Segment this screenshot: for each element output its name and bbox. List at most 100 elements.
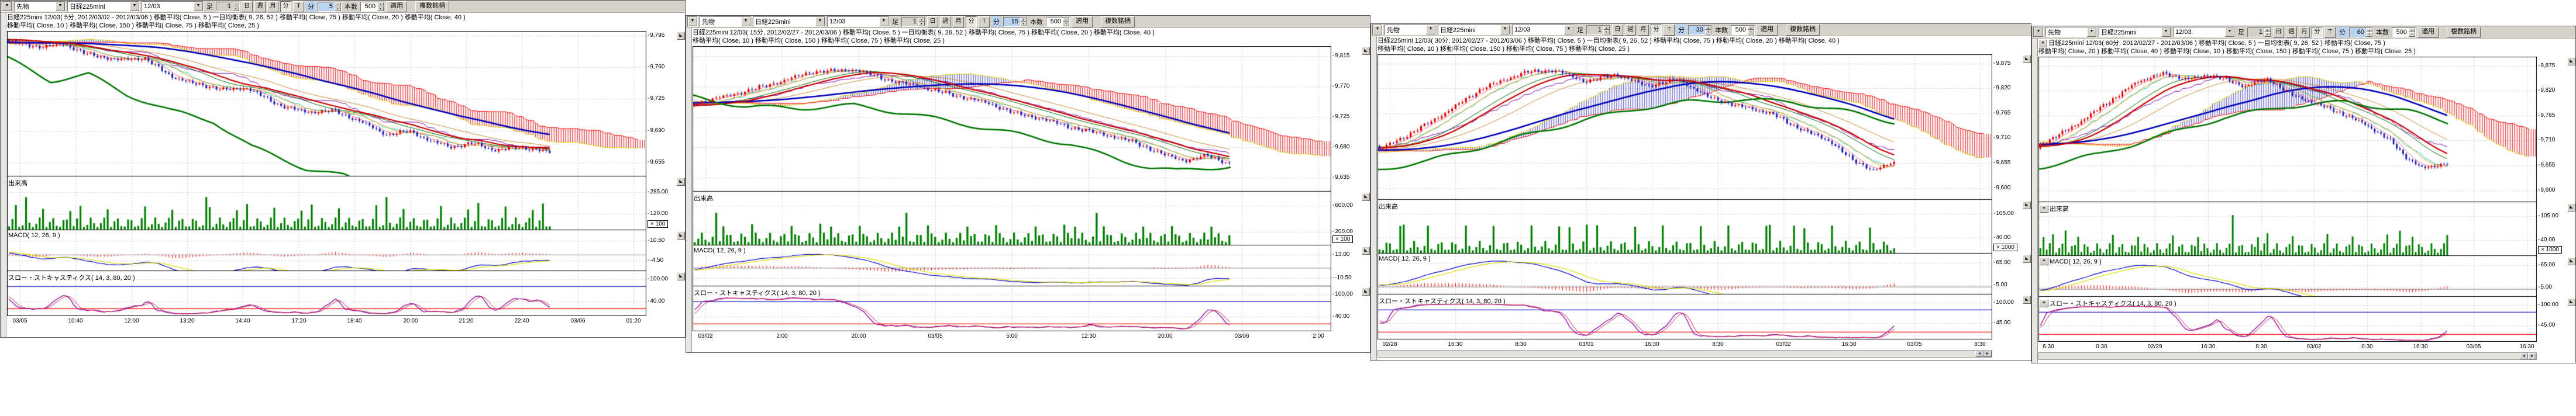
ashi-stepper[interactable]: 1▲▼	[216, 2, 240, 12]
spin-down-icon[interactable]: ▼	[233, 6, 239, 11]
chevron-down-icon[interactable]: ▼	[2, 2, 12, 11]
chevron-down-icon[interactable]: ▼	[1564, 25, 1573, 34]
scroll-right-icon[interactable]: ►	[1983, 351, 1992, 357]
period-button-day[interactable]: 日	[2273, 27, 2284, 38]
pane-resize-button[interactable]: ◣	[2567, 298, 2575, 306]
period-button-tick[interactable]: T	[1664, 25, 1675, 36]
chevron-down-icon[interactable]: ▼	[2225, 27, 2234, 37]
pane-resize-button[interactable]: ◣	[1362, 287, 1370, 296]
period-button-minute[interactable]: 分	[966, 16, 977, 27]
pane-resize-button[interactable]: ◣	[2023, 201, 2031, 209]
apply-button[interactable]: 適用	[386, 1, 407, 12]
symbol-select[interactable]: 日経225mini▼	[753, 16, 825, 27]
pane-resize-button[interactable]: ◣	[1362, 247, 1370, 255]
category-select[interactable]: 先物▼	[2045, 27, 2097, 37]
period-button-week[interactable]: 週	[1625, 25, 1636, 36]
chevron-down-icon[interactable]: ▼	[2087, 27, 2096, 37]
spin-up-icon[interactable]: ▲	[335, 2, 341, 7]
period-button-tick[interactable]: T	[2324, 27, 2336, 38]
period-button-month[interactable]: 月	[267, 1, 278, 12]
spin-down-icon[interactable]: ▼	[2409, 32, 2415, 37]
spin-down-icon[interactable]: ▼	[377, 6, 384, 11]
scroll-right-icon[interactable]: ►	[2528, 353, 2536, 359]
pane-resize-button[interactable]: ◣	[677, 32, 685, 40]
spin-up-icon[interactable]: ▲	[2409, 28, 2415, 33]
multi-symbol-button[interactable]: 複数銘柄	[2447, 27, 2481, 38]
spin-up-icon[interactable]: ▲	[1063, 18, 1069, 22]
contract-select[interactable]: 12/03▼	[142, 1, 204, 12]
period-button-day[interactable]: 日	[1612, 25, 1623, 36]
spin-up-icon[interactable]: ▲	[1020, 18, 1027, 22]
category-select[interactable]: 先物▼	[1385, 25, 1436, 35]
pane-resize-button[interactable]: ◣	[1362, 47, 1370, 55]
spin-arrows-icon[interactable]: ▲▼	[377, 2, 384, 11]
period-button-minute[interactable]: 分	[1651, 25, 1662, 36]
pane-resize-button[interactable]: ◣	[2567, 257, 2575, 265]
period-button-month[interactable]: 月	[2299, 27, 2310, 38]
pane-dropdown-icon[interactable]: ▼	[2040, 300, 2048, 307]
chevron-down-icon[interactable]: ▼	[1500, 25, 1510, 34]
spin-arrows-icon[interactable]: ▲▼	[1063, 18, 1069, 26]
category-select[interactable]: 先物▼	[700, 16, 751, 27]
contract-select[interactable]: 12/03▼	[1512, 25, 1574, 35]
period-button-week[interactable]: 週	[254, 1, 266, 12]
window-menu-dropdown[interactable]: ▼	[2, 1, 12, 12]
pane-resize-button[interactable]: ◣	[677, 272, 685, 280]
spin-down-icon[interactable]: ▼	[2264, 32, 2271, 37]
pane-resize-button[interactable]: ◣	[1362, 193, 1370, 201]
spin-down-icon[interactable]: ▼	[1020, 22, 1027, 26]
apply-button[interactable]: 適用	[2417, 27, 2439, 38]
interval-stepper[interactable]: 60▲▼	[2349, 27, 2373, 37]
spin-up-icon[interactable]: ▲	[918, 18, 925, 22]
symbol-select[interactable]: 日経225mini▼	[1438, 25, 1510, 35]
spin-up-icon[interactable]: ▲	[1705, 26, 1711, 30]
spin-down-icon[interactable]: ▼	[1063, 22, 1069, 26]
spin-down-icon[interactable]: ▼	[1705, 30, 1711, 34]
chevron-down-icon[interactable]: ▼	[879, 17, 888, 26]
pane-resize-button[interactable]: ◣	[2023, 296, 2031, 304]
chevron-down-icon[interactable]: ▼	[741, 17, 750, 26]
spin-up-icon[interactable]: ▲	[377, 2, 384, 7]
spin-up-icon[interactable]: ▲	[233, 2, 239, 7]
chevron-down-icon[interactable]: ▼	[1426, 25, 1435, 34]
chevron-down-icon[interactable]: ▼	[1373, 25, 1382, 34]
bars-stepper[interactable]: 500▲▼	[360, 2, 384, 12]
multi-symbol-button[interactable]: 複数銘柄	[1101, 16, 1135, 27]
spin-down-icon[interactable]: ▼	[1603, 30, 1610, 34]
period-button-tick[interactable]: T	[979, 16, 990, 27]
chart-horizontal-scrollbar[interactable]: ◄►	[2038, 352, 2537, 360]
chevron-down-icon[interactable]: ▼	[688, 17, 697, 26]
pane-resize-button[interactable]: ◣	[2023, 255, 2031, 263]
spin-up-icon[interactable]: ▲	[1748, 26, 1754, 30]
ashi-stepper[interactable]: 1▲▼	[2247, 27, 2271, 37]
chevron-down-icon[interactable]: ▼	[2161, 27, 2171, 37]
window-menu-dropdown[interactable]: ▼	[1372, 25, 1383, 35]
contract-select[interactable]: 12/03▼	[827, 16, 889, 27]
bars-stepper[interactable]: 500▲▼	[2392, 27, 2416, 37]
interval-stepper[interactable]: 30▲▼	[1688, 25, 1712, 35]
spin-arrows-icon[interactable]: ▲▼	[233, 2, 239, 11]
pane-dropdown-icon[interactable]: ▼	[2040, 205, 2048, 213]
legend-dropdown-icon[interactable]: ▼	[2038, 40, 2047, 47]
spin-down-icon[interactable]: ▼	[2366, 32, 2372, 37]
chart-horizontal-scrollbar[interactable]: ◄►	[1377, 350, 1992, 358]
chevron-down-icon[interactable]: ▼	[815, 17, 825, 26]
spin-down-icon[interactable]: ▼	[335, 6, 341, 11]
apply-button[interactable]: 適用	[1757, 25, 1778, 36]
pane-dropdown-icon[interactable]: ▼	[2040, 258, 2048, 265]
multi-symbol-button[interactable]: 複数銘柄	[415, 1, 449, 12]
period-button-week[interactable]: 週	[940, 16, 951, 27]
spin-arrows-icon[interactable]: ▲▼	[2409, 28, 2415, 37]
spin-up-icon[interactable]: ▲	[1603, 26, 1610, 30]
pane-resize-button[interactable]: ◣	[677, 178, 685, 186]
period-button-tick[interactable]: T	[293, 1, 304, 12]
period-button-week[interactable]: 週	[2286, 27, 2297, 38]
period-button-day[interactable]: 日	[927, 16, 938, 27]
spin-down-icon[interactable]: ▼	[1748, 30, 1754, 34]
category-select[interactable]: 先物▼	[14, 1, 66, 12]
period-button-month[interactable]: 月	[953, 16, 964, 27]
ashi-stepper[interactable]: 1▲▼	[1586, 25, 1610, 35]
multi-symbol-button[interactable]: 複数銘柄	[1786, 25, 1820, 36]
pane-resize-button[interactable]: ◣	[2567, 203, 2575, 212]
apply-button[interactable]: 適用	[1072, 16, 1093, 27]
